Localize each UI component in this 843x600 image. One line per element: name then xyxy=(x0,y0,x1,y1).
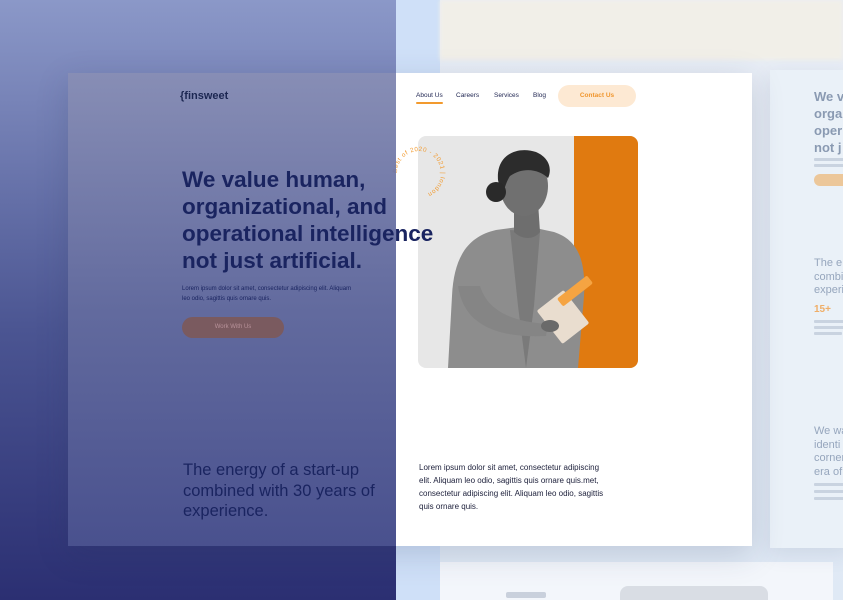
peek-button xyxy=(814,174,843,186)
background-top-card xyxy=(440,0,843,60)
peek-heading-line: The e xyxy=(814,257,843,269)
hero-title-line: operational intelligence xyxy=(182,221,434,246)
background-bottom-image xyxy=(620,586,768,600)
section-title: The energy of a start-up combined with 3… xyxy=(183,460,423,522)
peek-heading-line: We wa xyxy=(814,425,843,437)
peek-heading-line: combi xyxy=(814,270,843,283)
nav-services[interactable]: Services xyxy=(494,92,519,99)
peek-title-line: We v xyxy=(814,89,843,104)
section-body-line: quis ornare quis. xyxy=(419,502,479,511)
background-bottom-text xyxy=(506,592,546,598)
work-with-us-button[interactable]: Work With Us xyxy=(182,317,284,338)
peek-heading-line: experi xyxy=(814,284,843,296)
section-title-line: combined with 30 years of xyxy=(183,481,375,500)
section-body-line: consectetur adipiscing elit. Aliquam leo… xyxy=(419,489,604,498)
nav-about-us[interactable]: About Us xyxy=(416,92,443,104)
peek-text-line xyxy=(814,326,843,329)
nav-blog[interactable]: Blog xyxy=(533,92,546,99)
hero-title-line: We value human, xyxy=(182,167,366,192)
hero-desc-line: Lorem ipsum dolor sit amet, consectetur … xyxy=(182,286,352,292)
nav-careers[interactable]: Careers xyxy=(456,92,479,99)
peek-heading: The e combi experi xyxy=(814,257,843,298)
peek-text-line xyxy=(814,483,843,486)
peek-text-line xyxy=(814,320,843,323)
peek-text-line xyxy=(814,158,843,161)
hero-title: We value human, organizational, and oper… xyxy=(182,166,452,274)
section-body-line: Lorem ipsum dolor sit amet, consectetur … xyxy=(419,463,600,472)
section-title-line: experience. xyxy=(183,502,269,520)
section-body: Lorem ipsum dolor sit amet, consectetur … xyxy=(419,461,624,513)
hero-title-line: organizational, and xyxy=(182,194,388,219)
section-title-line: The energy of a start-up xyxy=(183,461,360,479)
peek-card: We v orga oper not j The e combi experi … xyxy=(770,70,843,548)
peek-title-line: not j xyxy=(814,140,842,155)
hero-title-line: not just artificial. xyxy=(182,248,363,273)
peek-title-line: oper xyxy=(814,123,843,138)
peek-text-line xyxy=(814,490,843,493)
peek-title: We v orga oper not j xyxy=(814,88,843,156)
peek-text-line xyxy=(814,332,842,335)
peek-stat-number: 15+ xyxy=(814,304,831,315)
peek-heading-line: corner xyxy=(814,452,843,464)
peek-text-line xyxy=(814,164,843,167)
section-body-line: elit. Aliquam leo odio, sagittis quis or… xyxy=(419,476,599,485)
peek-heading-line: era of xyxy=(814,465,843,478)
hero-description: Lorem ipsum dolor sit amet, consectetur … xyxy=(182,284,372,304)
peek-heading-line: identi xyxy=(814,438,841,451)
peek-title-line: orga xyxy=(814,106,843,121)
hero-desc-line: leo odio, sagittis quis ornare quis. xyxy=(182,296,272,302)
contact-us-button[interactable]: Contact Us xyxy=(558,85,636,107)
finsweet-logo[interactable]: {finsweet xyxy=(180,90,228,102)
peek-text-line xyxy=(814,497,843,500)
peek-heading-2: We wa identi corner era of xyxy=(814,425,843,479)
